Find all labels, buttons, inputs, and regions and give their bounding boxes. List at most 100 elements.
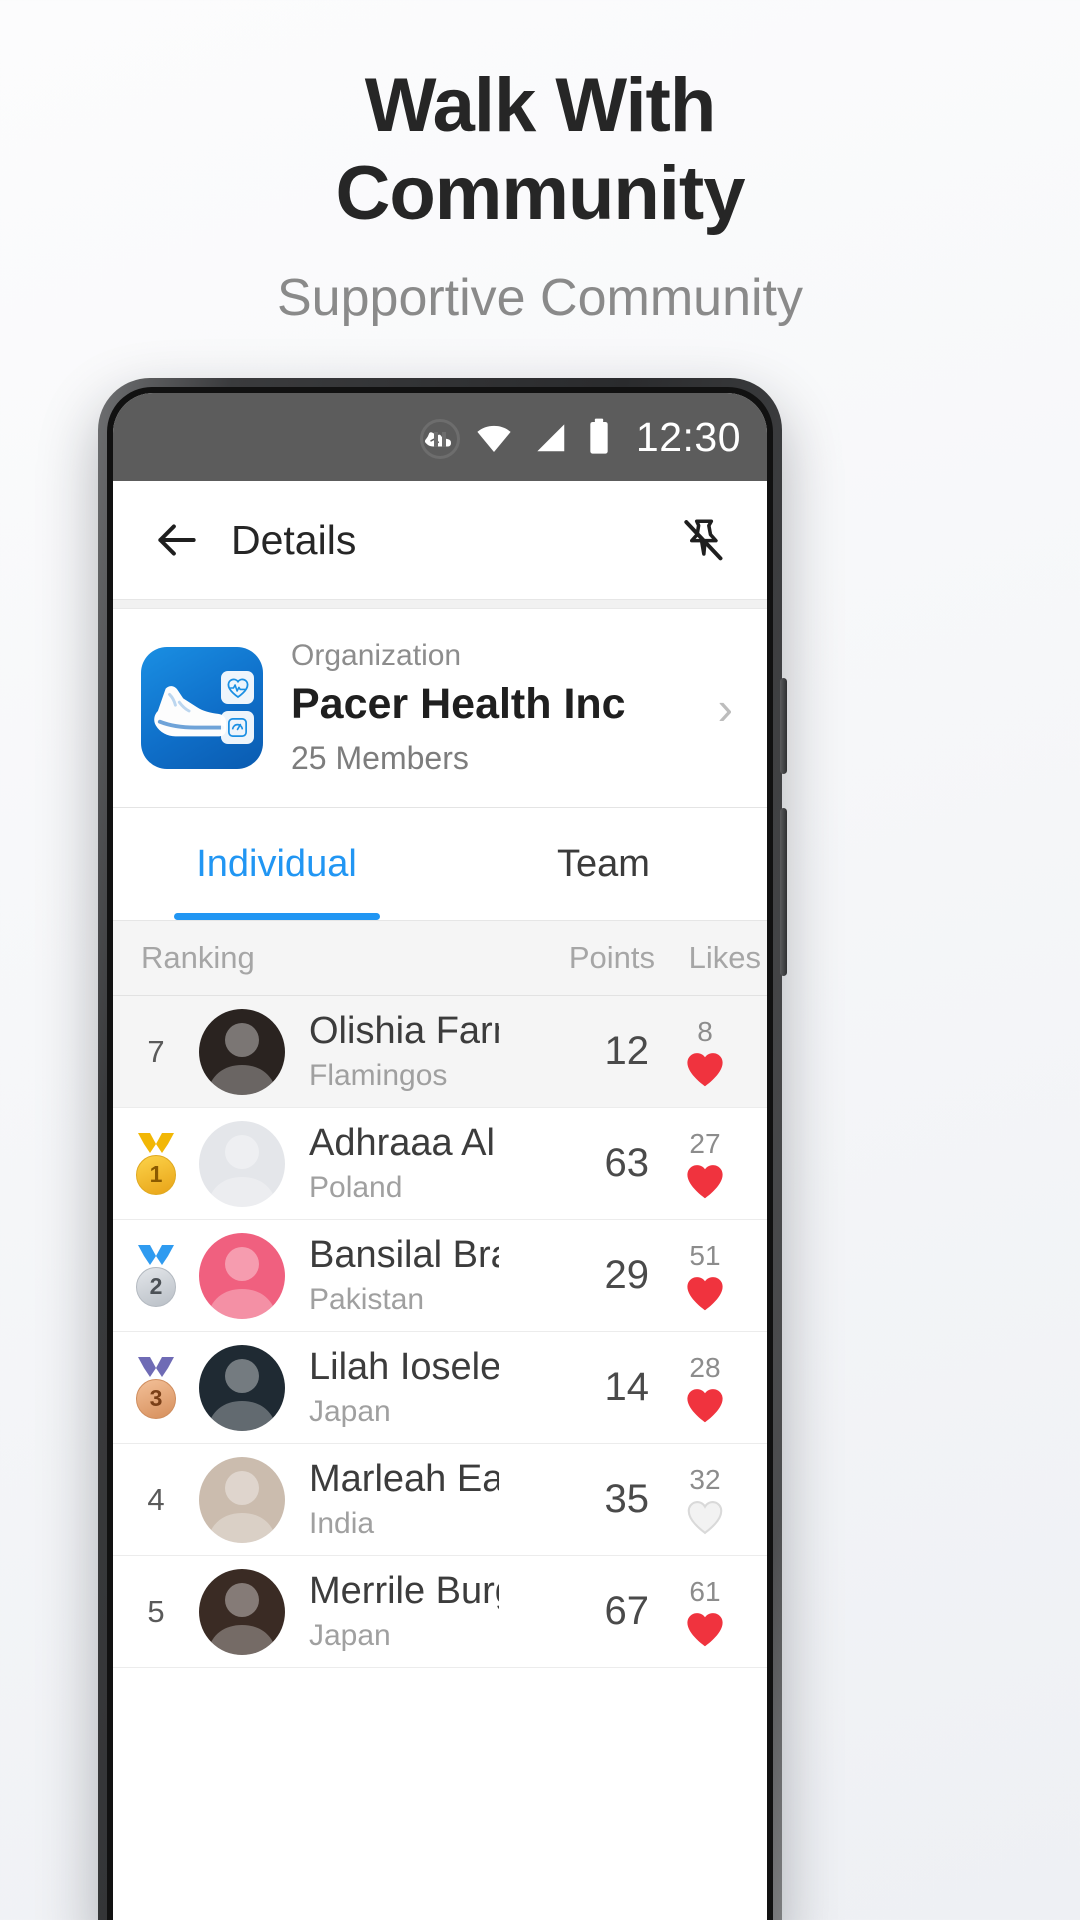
medal-icon-bronze: 3: [130, 1356, 182, 1419]
like-button[interactable]: [684, 1498, 726, 1536]
likes-count: 61: [689, 1575, 721, 1607]
person-name: Marleah Eagleston: [309, 1458, 499, 1500]
medal-rank-number: 3: [136, 1378, 176, 1419]
promo-headline-line2: Community: [335, 151, 746, 236]
person-info: Bansilal Brata Pakistan: [309, 1234, 499, 1317]
phone-power-button[interactable]: [780, 808, 787, 976]
person-info: Olishia Farmer Flamingos: [309, 1010, 499, 1093]
phone-bezel: 12:30 Details Organization Pacer Health …: [107, 387, 773, 1920]
weight-scale-badge-icon: [221, 711, 254, 744]
person-team: India: [309, 1507, 375, 1540]
likes-cell[interactable]: 51: [649, 1240, 761, 1312]
rank-number: 4: [147, 1481, 165, 1517]
table-row[interactable]: 1 Adhraaa Al Azimi Poland 63 27: [113, 1108, 767, 1220]
wifi-icon: [477, 425, 511, 453]
avatar-photo: [207, 1358, 277, 1431]
avatar-photo: [207, 1022, 277, 1095]
avatar[interactable]: [199, 1344, 285, 1431]
person-team: Poland: [309, 1171, 403, 1204]
rank-number: 5: [147, 1593, 165, 1629]
heart-rate-badge-icon: [221, 671, 254, 704]
table-header: Ranking Points Likes: [113, 920, 767, 996]
points-value: 67: [604, 1589, 650, 1633]
leaderboard-tabs: Individual Team: [113, 808, 767, 920]
organization-label: Organization: [291, 639, 462, 672]
pause-circle-icon: [420, 419, 460, 459]
heart-filled-icon[interactable]: [684, 1162, 726, 1200]
medal-rank-number: 1: [136, 1154, 176, 1195]
like-button[interactable]: [684, 1386, 726, 1424]
promo-subtitle: Supportive Community: [277, 269, 803, 327]
phone-volume-button[interactable]: [780, 678, 787, 774]
rank-cell: 2: [113, 1244, 199, 1307]
table-row[interactable]: 3 Lilah Ioselev Japan 14 28: [113, 1332, 767, 1444]
phone-screen: 12:30 Details Organization Pacer Health …: [113, 393, 767, 1920]
likes-count: 8: [697, 1015, 713, 1047]
likes-cell[interactable]: 27: [649, 1128, 761, 1200]
table-row[interactable]: 2 Bansilal Brata Pakistan 29 51: [113, 1220, 767, 1332]
shoe-illustration: [154, 686, 227, 737]
table-row[interactable]: 4 Marleah Eagleston India 35 32: [113, 1444, 767, 1556]
organization-name: Pacer Health Inc: [291, 680, 626, 728]
person-name: Lilah Ioselev: [309, 1346, 499, 1388]
like-button[interactable]: [684, 1274, 726, 1312]
person-team: Flamingos: [309, 1059, 448, 1092]
person-info: Marleah Eagleston India: [309, 1458, 499, 1541]
rank-cell: 4: [113, 1482, 199, 1518]
pin-off-icon[interactable]: [675, 512, 731, 568]
signal-icon: [537, 424, 565, 452]
promo-headline-line1: Walk With: [364, 63, 717, 148]
organization-text: Organization Pacer Health Inc 25 Members: [291, 639, 706, 777]
chevron-right-icon[interactable]: ›: [706, 681, 733, 735]
heart-filled-icon[interactable]: [684, 1050, 726, 1088]
heart-filled-icon[interactable]: [684, 1610, 726, 1648]
tab-individual[interactable]: Individual: [113, 808, 440, 920]
likes-count: 32: [689, 1463, 721, 1495]
like-button[interactable]: [684, 1162, 726, 1200]
organization-card[interactable]: Organization Pacer Health Inc 25 Members…: [113, 609, 767, 808]
points-value: 12: [604, 1029, 650, 1073]
likes-cell[interactable]: 32: [649, 1464, 761, 1536]
table-row[interactable]: 5 Merrile Burgett Japan 67 61: [113, 1556, 767, 1668]
avatar[interactable]: [199, 1232, 285, 1319]
status-bar-time: 12:30: [635, 413, 741, 460]
points-value: 29: [604, 1253, 650, 1297]
likes-cell[interactable]: 28: [649, 1352, 761, 1424]
rank-cell: 1: [113, 1132, 199, 1195]
battery-icon: [590, 418, 608, 454]
avatar[interactable]: [199, 1456, 285, 1543]
phone-mockup: 12:30 Details Organization Pacer Health …: [98, 378, 787, 1920]
likes-count: 27: [689, 1127, 721, 1159]
avatar-photo: [207, 1134, 277, 1207]
avatar[interactable]: [199, 1120, 285, 1207]
heart-filled-icon[interactable]: [684, 1386, 726, 1424]
column-header-points: Points: [568, 940, 655, 975]
heart-filled-icon[interactable]: [684, 1274, 726, 1312]
like-button[interactable]: [684, 1610, 726, 1648]
column-header-likes: Likes: [688, 940, 761, 975]
app-bar-divider: [113, 599, 767, 609]
likes-cell[interactable]: 61: [649, 1576, 761, 1648]
like-button[interactable]: [684, 1050, 726, 1088]
heart-outline-icon[interactable]: [684, 1498, 726, 1536]
promo-header: Walk With Community Supportive Community: [0, 0, 1080, 328]
points-value: 35: [604, 1477, 650, 1521]
person-team: Japan: [309, 1619, 391, 1652]
table-row[interactable]: 7 Olishia Farmer Flamingos 12 8: [113, 996, 767, 1108]
points-value: 14: [604, 1365, 650, 1409]
organization-members: 25 Members: [291, 740, 469, 776]
rank-number: 7: [147, 1033, 165, 1069]
phone-body: 12:30 Details Organization Pacer Health …: [98, 378, 787, 1920]
rank-cell: 3: [113, 1356, 199, 1419]
page-title: Details: [231, 516, 357, 563]
points-value: 63: [604, 1141, 650, 1185]
avatar[interactable]: [199, 1008, 285, 1095]
person-info: Lilah Ioselev Japan: [309, 1346, 499, 1429]
avatar[interactable]: [199, 1568, 285, 1655]
person-info: Adhraaa Al Azimi Poland: [309, 1122, 499, 1205]
avatar-photo: [207, 1470, 277, 1543]
back-arrow-icon[interactable]: [149, 512, 205, 568]
person-name: Adhraaa Al Azimi: [309, 1122, 499, 1164]
tab-team[interactable]: Team: [440, 808, 767, 920]
likes-cell[interactable]: 8: [649, 1016, 761, 1088]
